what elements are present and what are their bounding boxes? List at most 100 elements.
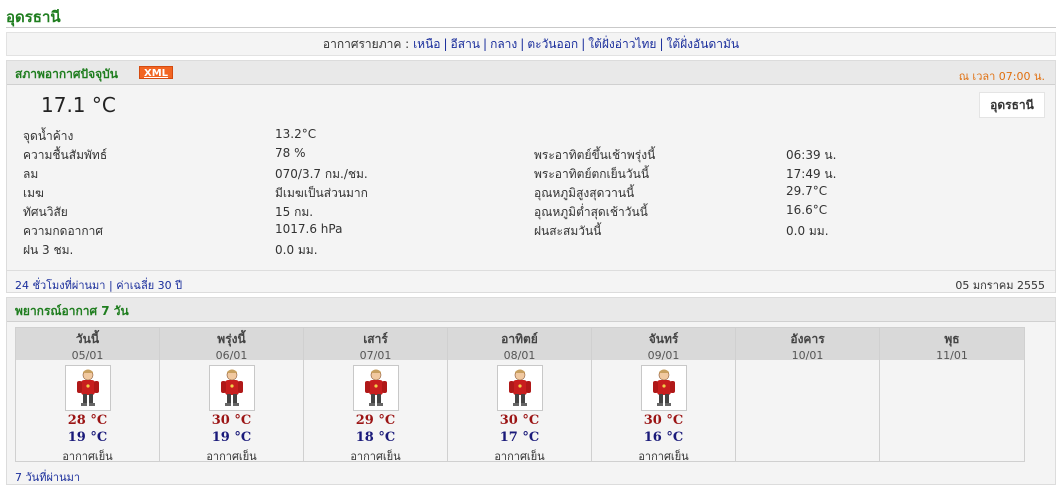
detail-value: 29.7°C xyxy=(786,184,828,198)
current-weather-title: สภาพอากาศปัจจุบัน xyxy=(15,67,118,81)
history-links: 24 ชั่วโมงที่ผ่านมา | ค่าเฉลี่ย 30 ปี xyxy=(15,276,182,294)
forecast-description: อากาศเย็น xyxy=(494,450,545,463)
detail-label: ลม xyxy=(23,167,39,181)
detail-value: 15 กม. xyxy=(275,205,314,219)
detail-label: เมฆ xyxy=(23,186,44,200)
forecast-day-body: 28 °C 19 °C อากาศเย็น xyxy=(16,360,159,463)
detail-row-max-yesterday: อุณหภูมิสูงสุดวานนี้ 29.7°C xyxy=(534,184,934,203)
detail-row-humidity: ความชื้นสัมพัทธ์ 78 % xyxy=(23,146,423,165)
detail-label: อุณหภูมิสูงสุดวานนี้ xyxy=(534,186,635,200)
cold-person-icon xyxy=(65,365,111,411)
forecast-min-temp: 19 °C xyxy=(67,430,108,445)
detail-label: ทัศนวิสัย xyxy=(23,205,68,219)
forecast-day-4: อาทิตย์ 08/01 30 °C 17 °C อากาศเย็น xyxy=(448,328,592,463)
forecast-max-temp: 29 °C xyxy=(355,413,396,428)
observation-time: ณ เวลา 07:00 น. xyxy=(958,70,1045,83)
forecast-day-5: จันทร์ 09/01 30 °C 16 °C อากาศเย็น xyxy=(592,328,736,463)
cold-person-icon xyxy=(209,365,255,411)
detail-value: 070/3.7 กม./ชม. xyxy=(275,167,368,181)
page-title: อุดรธานี xyxy=(6,8,61,26)
forecast-day-header: พรุ่งนี้ 06/01 xyxy=(160,328,303,362)
forecast-day-6: อังคาร 10/01 xyxy=(736,328,880,461)
forecast-day-name: อังคาร xyxy=(790,332,825,346)
forecast-max-temp: 30 °C xyxy=(211,413,252,428)
forecast-day-name: พรุ่งนี้ xyxy=(217,332,246,346)
detail-row-rain-today: ฝนสะสมวันนี้ 0.0 มม. xyxy=(534,222,934,241)
forecast-max-temp: 30 °C xyxy=(499,413,540,428)
xml-feed-button[interactable]: XML xyxy=(139,66,174,79)
forecast-max-temp: 28 °C xyxy=(67,413,108,428)
forecast-day-body: 30 °C 17 °C อากาศเย็น xyxy=(448,360,591,463)
detail-row-sunset: พระอาทิตย์ตกเย็นวันนี้ 17:49 น. xyxy=(534,165,934,184)
detail-value: 78 % xyxy=(275,146,306,160)
forecast-day-name: จันทร์ xyxy=(648,332,679,346)
detail-value: 16.6°C xyxy=(786,203,828,217)
forecast-day-name: เสาร์ xyxy=(363,332,388,346)
forecast-min-temp: 19 °C xyxy=(211,430,252,445)
forecast-day-7: พุธ 11/01 xyxy=(880,328,1024,461)
region-link-south-gulf[interactable]: ใต้ฝั่งอ่าวไทย xyxy=(588,37,656,51)
forecast-header: พยากรณ์อากาศ 7 วัน xyxy=(7,298,1055,322)
forecast-description: อากาศเย็น xyxy=(62,450,113,463)
forecast-day-name: อาทิตย์ xyxy=(501,332,538,346)
detail-label: ความกดอากาศ xyxy=(23,224,104,238)
forecast-day-body xyxy=(736,360,879,461)
forecast-day-body xyxy=(880,360,1024,461)
forecast-day-header: จันทร์ 09/01 xyxy=(592,328,735,362)
report-date: 05 มกราคม 2555 xyxy=(955,279,1045,292)
detail-row-wind: ลม 070/3.7 กม./ชม. xyxy=(23,165,423,184)
nav-separator: | xyxy=(659,37,664,51)
thirty-year-average-link[interactable]: ค่าเฉลี่ย 30 ปี xyxy=(116,279,182,292)
detail-row-rain-3h: ฝน 3 ชม. 0.0 มม. xyxy=(23,241,423,260)
detail-value: 0.0 มม. xyxy=(275,243,318,257)
detail-label: จุดน้ำค้าง xyxy=(23,129,74,143)
past-7-days-link[interactable]: 7 วันที่ผ่านมา xyxy=(15,468,80,486)
forecast-min-temp: 16 °C xyxy=(643,430,684,445)
detail-row-visibility: ทัศนวิสัย 15 กม. xyxy=(23,203,423,222)
forecast-day-header: วันนี้ 05/01 xyxy=(16,328,159,362)
region-nav: อากาศรายภาค : เหนือ | อีสาน | กลาง | ตะวันออก |… xyxy=(6,32,1056,56)
last-24h-link[interactable]: 24 ชั่วโมงที่ผ่านมา xyxy=(15,279,106,292)
forecast-day-body: 30 °C 16 °C อากาศเย็น xyxy=(592,360,735,463)
current-weather-panel: สภาพอากาศปัจจุบัน XML ณ เวลา 07:00 น. 17… xyxy=(6,60,1056,293)
nav-separator: | xyxy=(520,37,525,51)
detail-row-cloud: เมฆ มีเมฆเป็นส่วนมาก xyxy=(23,184,423,203)
detail-label: พระอาทิตย์ตกเย็นวันนี้ xyxy=(534,167,650,181)
nav-separator: | xyxy=(483,37,488,51)
forecast-day-header: อังคาร 10/01 xyxy=(736,328,879,362)
forecast-day-header: อาทิตย์ 08/01 xyxy=(448,328,591,362)
region-link-north[interactable]: เหนือ xyxy=(413,37,440,51)
forecast-panel: พยากรณ์อากาศ 7 วัน วันนี้ 05/01 28 °C 19 … xyxy=(6,297,1056,485)
detail-row-sunrise: พระอาทิตย์ขึ้นเช้าพรุ่งนี้ 06:39 น. xyxy=(534,146,934,165)
forecast-day-name: พุธ xyxy=(944,332,960,346)
forecast-description: อากาศเย็น xyxy=(638,450,689,463)
detail-value: มีเมฆเป็นส่วนมาก xyxy=(275,186,368,200)
cold-person-icon xyxy=(497,365,543,411)
detail-value: 17:49 น. xyxy=(786,167,837,181)
detail-value: 13.2°C xyxy=(275,127,317,141)
nav-separator: | xyxy=(581,37,586,51)
forecast-min-temp: 17 °C xyxy=(499,430,540,445)
forecast-day-name: วันนี้ xyxy=(75,332,100,346)
title-divider xyxy=(6,27,1056,28)
nav-separator: | xyxy=(443,37,448,51)
forecast-max-temp: 30 °C xyxy=(643,413,684,428)
forecast-day-header: เสาร์ 07/01 xyxy=(304,328,447,362)
current-temperature: 17.1 °C xyxy=(41,93,116,117)
detail-label: ฝนสะสมวันนี้ xyxy=(534,224,602,238)
forecast-title: พยากรณ์อากาศ 7 วัน xyxy=(15,304,129,318)
detail-value: 06:39 น. xyxy=(786,148,837,162)
region-link-south-andaman[interactable]: ใต้ฝั่งอันดามัน xyxy=(666,37,739,51)
region-link-east[interactable]: ตะวันออก xyxy=(527,37,578,51)
detail-row-min-today: อุณหภูมิต่ำสุดเช้าวันนี้ 16.6°C xyxy=(534,203,934,222)
cold-person-icon xyxy=(353,365,399,411)
forecast-description: อากาศเย็น xyxy=(206,450,257,463)
detail-row-dewpoint: จุดน้ำค้าง 13.2°C xyxy=(23,127,423,146)
forecast-day-3: เสาร์ 07/01 29 °C 18 °C อากาศเย็น xyxy=(304,328,448,463)
detail-label: ฝน 3 ชม. xyxy=(23,243,74,257)
region-link-central[interactable]: กลาง xyxy=(490,37,517,51)
forecast-day-header: พุธ 11/01 xyxy=(880,328,1024,362)
region-link-northeast[interactable]: อีสาน xyxy=(451,37,480,51)
region-nav-prefix: อากาศรายภาค : xyxy=(322,37,410,51)
station-name: อุดรธานี xyxy=(979,92,1045,118)
